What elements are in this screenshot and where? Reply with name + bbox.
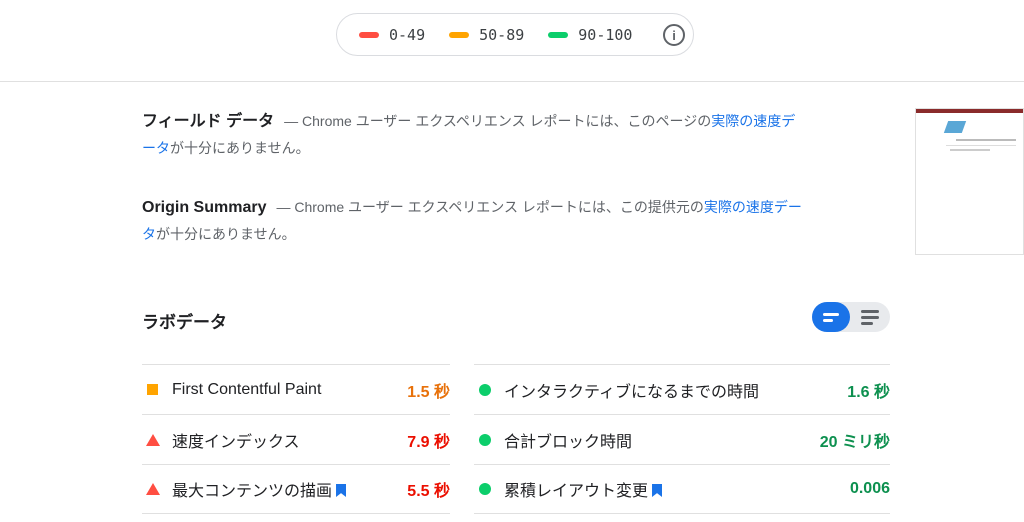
summary-view-icon[interactable] xyxy=(812,302,850,332)
bookmark-icon[interactable] xyxy=(336,484,347,497)
info-icon[interactable]: i xyxy=(663,24,685,46)
field-data-section: フィールド データ — Chrome ユーザー エクスペリエンス レポートには、こ… xyxy=(142,108,842,161)
score-legend-band: 0-49 50-89 90-100 i xyxy=(0,0,1024,82)
legend-range: 50-89 xyxy=(479,25,525,44)
metric-value: 1.5 秒 xyxy=(407,383,450,401)
green-circle-icon xyxy=(479,433,491,446)
origin-summary-text: — Chrome ユーザー エクスペリエンス レポートには、この提供元の xyxy=(276,199,704,215)
metric-label: インタラクティブになるまでの時間 xyxy=(504,383,760,401)
red-swatch-icon xyxy=(359,31,379,38)
field-data-text-end: が十分にありません。 xyxy=(170,140,310,156)
metric-label: 合計ブロック時間 xyxy=(504,433,633,451)
lab-data-title: ラボデータ xyxy=(142,313,227,332)
metric-label: 累積レイアウト変更 xyxy=(504,483,649,500)
metrics-left-column: First Contentful Paint 1.5 秒 速度インデックス 7.… xyxy=(142,364,450,514)
green-swatch-icon xyxy=(548,31,569,38)
score-legend: 0-49 50-89 90-100 i xyxy=(336,13,694,56)
site-logo-icon xyxy=(943,121,967,133)
red-triangle-icon xyxy=(146,433,160,446)
legend-item-fail: 0-49 xyxy=(359,26,425,44)
legend-item-pass: 90-100 xyxy=(548,26,632,44)
metric-value: 20 ミリ秒 xyxy=(819,433,890,451)
orange-square-icon xyxy=(147,384,158,395)
field-data-link-cont[interactable]: ータ xyxy=(142,140,170,156)
field-data-title: フィールド データ xyxy=(142,113,275,130)
orange-swatch-icon xyxy=(449,31,470,38)
origin-summary-text-end: が十分にありません。 xyxy=(156,226,296,242)
metric-value: 0.006 xyxy=(849,480,890,497)
bookmark-icon[interactable] xyxy=(652,484,663,497)
metric-label: First Contentful Paint xyxy=(172,380,322,398)
origin-summary-section: Origin Summary — Chrome ユーザー エクスペリエンス レポー… xyxy=(142,194,842,247)
origin-summary-title: Origin Summary xyxy=(142,199,267,216)
green-circle-icon xyxy=(479,383,491,396)
metric-total-blocking-time: 合計ブロック時間 20 ミリ秒 xyxy=(474,414,890,464)
metric-speed-index: 速度インデックス 7.9 秒 xyxy=(142,414,450,464)
metric-value: 5.5 秒 xyxy=(407,483,450,500)
page-screenshot-thumbnail xyxy=(915,108,1024,255)
metrics-right-column: インタラクティブになるまでの時間 1.6 秒 合計ブロック時間 20 ミリ秒 累… xyxy=(474,364,890,514)
legend-item-average: 50-89 xyxy=(449,26,524,44)
metric-cumulative-layout-shift: 累積レイアウト変更 0.006 xyxy=(474,464,890,514)
origin-summary-link-cont[interactable]: タ xyxy=(142,226,156,242)
red-triangle-icon xyxy=(146,483,160,495)
metric-label: 速度インデックス xyxy=(172,433,300,451)
legend-range: 90-100 xyxy=(578,25,633,44)
metric-time-to-interactive: インタラクティブになるまでの時間 1.6 秒 xyxy=(474,364,890,414)
view-toggle[interactable] xyxy=(812,302,890,332)
green-circle-icon xyxy=(479,483,491,495)
field-data-link[interactable]: 実際の速度デ xyxy=(711,113,795,129)
metric-largest-contentful-paint: 最大コンテンツの描画 5.5 秒 xyxy=(142,464,450,514)
list-view-icon[interactable] xyxy=(850,302,890,332)
metric-label: 最大コンテンツの描画 xyxy=(172,483,333,500)
lab-metrics: First Contentful Paint 1.5 秒 速度インデックス 7.… xyxy=(142,364,890,514)
metric-first-contentful-paint: First Contentful Paint 1.5 秒 xyxy=(142,364,450,414)
field-data-text: — Chrome ユーザー エクスペリエンス レポートには、このページの xyxy=(284,113,712,129)
legend-range: 0-49 xyxy=(389,25,426,44)
origin-summary-link[interactable]: 実際の速度デー xyxy=(704,199,802,215)
metric-value: 7.9 秒 xyxy=(407,433,450,451)
metric-value: 1.6 秒 xyxy=(847,383,890,401)
